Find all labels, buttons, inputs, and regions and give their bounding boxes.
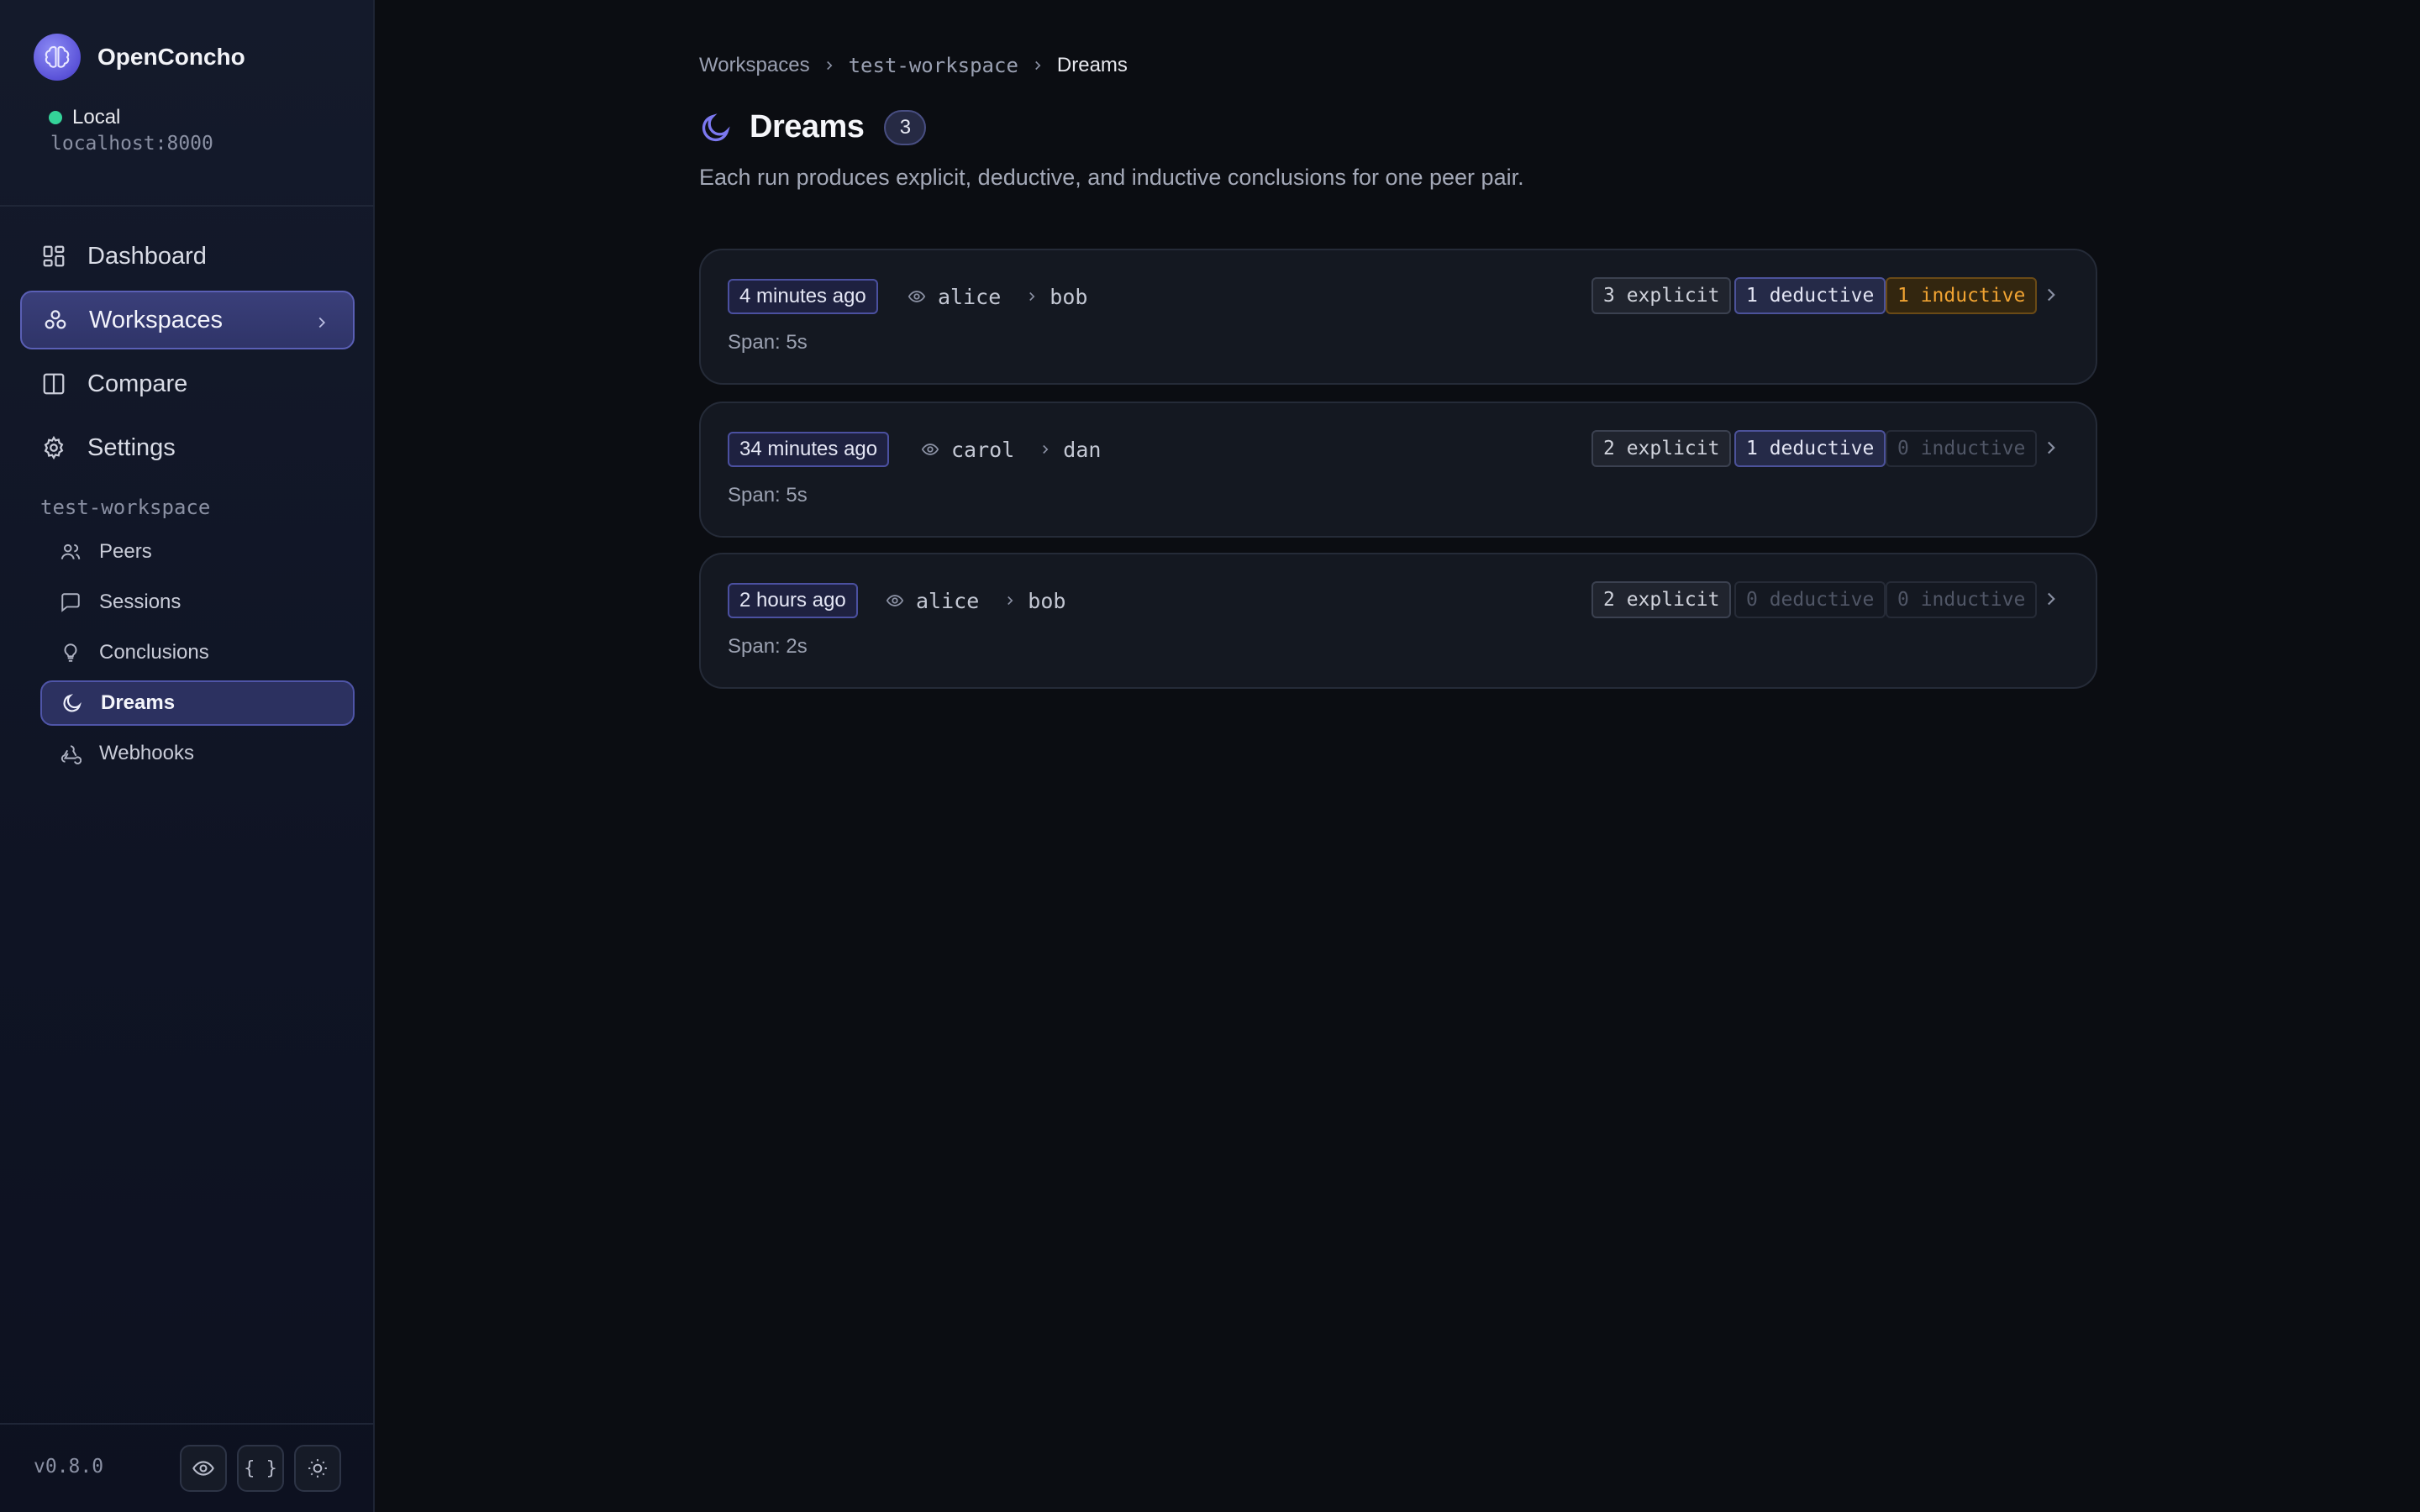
gear-icon (40, 434, 67, 461)
observed-name: bob (1028, 588, 1066, 613)
dream-card[interactable]: 34 minutes ago carol dan 2 explicit 1 de… (699, 402, 2097, 538)
chevron-right-icon (1002, 593, 1018, 608)
explicit-count-badge: 2 explicit (1591, 430, 1732, 467)
page-title: Dreams (750, 109, 865, 144)
chevron-right-icon (2040, 437, 2062, 463)
sun-icon (307, 1457, 329, 1479)
view-toggle-button[interactable] (180, 1445, 227, 1492)
explicit-count-badge: 3 explicit (1591, 277, 1732, 314)
sidebar: OpenConcho Local localhost:8000 Dashboar… (0, 0, 375, 1512)
breadcrumb: Workspaces test-workspace Dreams (699, 54, 1128, 77)
peer-pair: carol dan (921, 432, 1101, 467)
observer-name: alice (916, 588, 980, 613)
nav-settings[interactable]: Settings (20, 418, 355, 477)
chevron-right-icon (1030, 58, 1045, 73)
time-badge: 2 hours ago (728, 583, 858, 618)
inductive-count-badge: 1 inductive (1886, 277, 2038, 314)
page-subtitle: Each run produces explicit, deductive, a… (699, 165, 1524, 190)
page-header: Dreams 3 (699, 109, 927, 145)
webhook-icon (59, 742, 82, 765)
app-version: v0.8.0 (34, 1456, 104, 1478)
message-square-icon (59, 591, 82, 614)
sidebar-item-peers[interactable]: Peers (40, 529, 355, 575)
moon-icon (60, 691, 84, 715)
chevron-right-icon (1024, 289, 1039, 304)
sidebar-item-dreams[interactable]: Dreams (40, 680, 355, 726)
span-duration: Span: 5s (728, 331, 808, 354)
nav-workspaces[interactable]: Workspaces (20, 291, 355, 349)
breadcrumb-workspace[interactable]: test-workspace (849, 54, 1018, 77)
inductive-count-badge: 0 inductive (1886, 430, 2038, 467)
chevron-right-icon (2040, 284, 2062, 310)
deductive-count-badge: 1 deductive (1734, 277, 1886, 314)
time-badge: 4 minutes ago (728, 279, 878, 314)
divider (0, 1423, 375, 1425)
lightbulb-icon (59, 641, 82, 664)
nav-workspaces-label: Workspaces (89, 306, 224, 333)
nav-settings-label: Settings (87, 433, 176, 461)
chevron-right-icon (2040, 588, 2062, 614)
workspaces-icon (42, 307, 69, 333)
observed-name: bob (1050, 284, 1088, 309)
count-badge: 3 (884, 109, 927, 145)
chevron-right-icon (1038, 442, 1053, 457)
deductive-count-badge: 0 deductive (1734, 581, 1886, 618)
peer-pair: alice bob (908, 279, 1087, 314)
nav-compare-label: Compare (87, 370, 188, 397)
dashboard-icon (40, 243, 67, 270)
chevron-right-icon (313, 311, 331, 339)
time-badge: 34 minutes ago (728, 432, 890, 467)
divider (0, 205, 375, 207)
sidebar-item-conclusions[interactable]: Conclusions (40, 630, 355, 675)
span-duration: Span: 2s (728, 635, 808, 658)
sidebar-item-webhooks[interactable]: Webhooks (40, 731, 355, 776)
app-name: OpenConcho (97, 44, 245, 70)
sidebar-item-sessions[interactable]: Sessions (40, 580, 355, 625)
host-address: localhost:8000 (50, 133, 213, 155)
observer-name: carol (951, 437, 1015, 462)
eye-icon (921, 440, 939, 459)
eye-icon (192, 1457, 215, 1480)
compare-icon (40, 370, 67, 397)
span-duration: Span: 5s (728, 484, 808, 507)
sidebar-item-peers-label: Peers (99, 540, 152, 563)
brain-logo-icon (34, 34, 81, 81)
explicit-count-badge: 2 explicit (1591, 581, 1732, 618)
sidebar-item-dreams-label: Dreams (101, 691, 176, 714)
braces-icon: { } (244, 1457, 277, 1479)
eye-icon (908, 287, 926, 306)
nav-dashboard-label: Dashboard (87, 242, 207, 270)
dream-card[interactable]: 2 hours ago alice bob 2 explicit 0 deduc… (699, 553, 2097, 689)
users-icon (59, 540, 82, 564)
theme-toggle-button[interactable] (294, 1445, 341, 1492)
dream-card[interactable]: 4 minutes ago alice bob 3 explicit 1 ded… (699, 249, 2097, 385)
breadcrumb-workspaces[interactable]: Workspaces (699, 54, 810, 77)
workspace-name: test-workspace (40, 496, 211, 519)
json-view-button[interactable]: { } (237, 1445, 284, 1492)
peer-pair: alice bob (886, 583, 1065, 618)
breadcrumb-current: Dreams (1056, 54, 1128, 76)
sidebar-item-sessions-label: Sessions (99, 591, 182, 613)
environment-label: Local (72, 106, 121, 129)
observed-name: dan (1063, 437, 1102, 462)
sidebar-item-webhooks-label: Webhooks (99, 742, 194, 764)
nav-compare[interactable]: Compare (20, 354, 355, 413)
sidebar-item-conclusions-label: Conclusions (99, 641, 209, 664)
brand[interactable]: OpenConcho (34, 34, 245, 81)
environment-indicator: Local (49, 106, 120, 129)
inductive-count-badge: 0 inductive (1886, 581, 2038, 618)
moon-icon (699, 111, 733, 144)
status-dot-icon (49, 111, 62, 124)
chevron-right-icon (822, 58, 837, 73)
deductive-count-badge: 1 deductive (1734, 430, 1886, 467)
observer-name: alice (938, 284, 1002, 309)
nav-dashboard[interactable]: Dashboard (20, 227, 355, 286)
eye-icon (886, 591, 904, 610)
